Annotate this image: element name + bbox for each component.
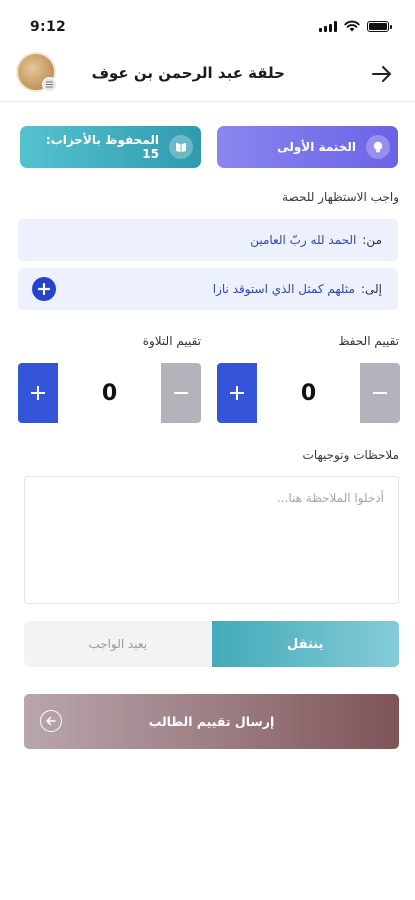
from-ayah-field[interactable]: من: الحمد لله ربّ العامين: [18, 219, 398, 261]
decision-toggle: يعيد الواجب ينتقل: [24, 621, 399, 667]
wifi-icon: [344, 20, 360, 32]
from-ayah-value: الحمد لله ربّ العامين: [250, 233, 357, 247]
to-ayah-field[interactable]: إلى: مثلهم كمثل الذي استوقد نازا: [18, 268, 398, 310]
submit-label: إرسال تقييم الطالب: [148, 714, 275, 729]
add-ayah-button[interactable]: [32, 277, 56, 301]
hifz-rating-stepper: 0: [217, 363, 400, 423]
to-ayah-value: مثلهم كمثل الذي استوقد نازا: [212, 282, 355, 296]
khatma-card[interactable]: الختمة الأولى: [217, 126, 398, 168]
tilawa-increment-button[interactable]: [18, 363, 58, 423]
page-title: حلقة عبد الرحمن بن عوف: [91, 64, 285, 82]
arrow-right-icon: [372, 66, 391, 82]
status-icons: [319, 20, 392, 32]
tilawa-rating-label: تقييم التلاوة: [142, 334, 201, 348]
book-icon: [169, 135, 193, 159]
minus-icon: [174, 392, 188, 394]
khatma-label: الختمة الأولى: [277, 140, 356, 154]
hifz-rating-value[interactable]: 0: [257, 363, 360, 423]
plus-icon: [230, 386, 244, 400]
from-prefix: من:: [362, 233, 382, 247]
status-bar: 9:12: [0, 0, 415, 48]
hifz-rating-label: تقييم الحفظ: [338, 334, 399, 348]
signal-icon: [319, 20, 337, 32]
lightbulb-icon: [366, 135, 390, 159]
homework-section-label: واجب الاستظهار للحصة: [282, 190, 399, 204]
hifz-increment-button[interactable]: [217, 363, 257, 423]
repeat-homework-option[interactable]: يعيد الواجب: [24, 621, 212, 667]
notes-label: ملاحظات وتوجيهات: [302, 448, 399, 462]
app-header: حلقة عبد الرحمن بن عوف: [0, 48, 415, 102]
plus-icon: [38, 283, 50, 295]
arrow-left-circle-icon: [40, 710, 62, 732]
memorized-card[interactable]: المحفوظ بالأحزاب: 15: [20, 126, 201, 168]
move-on-option[interactable]: ينتقل: [211, 621, 399, 667]
status-time: 9:12: [30, 19, 67, 35]
tilawa-rating-stepper: 0: [18, 363, 201, 423]
menu-icon: [42, 77, 57, 92]
to-prefix: إلى:: [360, 282, 382, 296]
notes-textarea[interactable]: [24, 476, 399, 604]
battery-icon: [367, 20, 392, 32]
minus-icon: [373, 392, 387, 394]
avatar[interactable]: [16, 52, 57, 92]
hifz-decrement-button[interactable]: [360, 363, 400, 423]
tilawa-rating-value[interactable]: 0: [58, 363, 161, 423]
memorized-label: المحفوظ بالأحزاب: 15: [45, 133, 159, 161]
plus-icon: [31, 386, 45, 400]
submit-evaluation-button[interactable]: إرسال تقييم الطالب: [24, 694, 399, 749]
tilawa-decrement-button[interactable]: [161, 363, 201, 423]
back-button[interactable]: [365, 57, 399, 91]
